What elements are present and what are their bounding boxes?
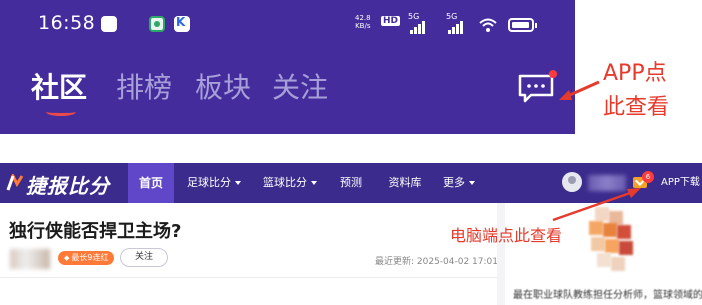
article-title: 独行侠能否捍卫主场? [9,221,182,242]
app-download-link[interactable]: APP下载 [661,163,700,203]
net-speed: 42.8 KB/s [355,14,371,30]
chevron-down-icon [469,181,475,185]
annotation-pc: 电脑端点此查看 [450,226,563,245]
wifi-icon [479,18,497,32]
tab-community[interactable]: 社区 [31,66,87,106]
nav-more[interactable]: 更多 [441,163,477,203]
nav-prediction[interactable]: 预测 [336,163,366,203]
follow-button[interactable]: 关注 [120,248,168,267]
k-app-icon [174,15,190,32]
hd-badge: HD [381,16,401,26]
divider [0,277,497,278]
logo-mark-icon [6,174,24,191]
chat-bubble-icon[interactable] [517,73,555,103]
active-tab-indicator [46,108,76,116]
battery-icon [508,18,537,32]
update-time: 最近更新: 2025-04-02 17:01 [375,257,498,267]
screenshot-root: 16:58 42.8 KB/s HD 5G 5G [0,0,702,305]
column-separator [497,203,505,305]
status-time: 16:58 [38,12,96,34]
status-bar: 16:58 42.8 KB/s HD 5G 5G [0,8,575,38]
expert-intro: 最在职业球队教练担任分析师，篮球领域的专 [513,290,702,301]
app-screen: 16:58 42.8 KB/s HD 5G 5G [0,0,575,134]
nav-database[interactable]: 资料库 [384,163,426,203]
chevron-down-icon [311,181,317,185]
app-notification-icon [149,16,165,32]
author-avatar[interactable] [10,249,50,269]
signal-bars-icon-2 [448,20,466,34]
tab-section[interactable]: 板块 [195,66,251,106]
chevron-down-icon [235,181,241,185]
annotation-arrow-app [559,80,600,100]
annotation-app: APP点 此查看 [603,61,670,120]
notification-icon [101,16,117,32]
site-logo[interactable]: 捷报比分 [6,170,124,198]
nav-home[interactable]: 首页 [128,163,174,203]
annotation-arrow-pc [552,188,641,222]
tab-ranking[interactable]: 排榜 [116,66,172,106]
nav-basketball-score[interactable]: 篮球比分 [260,163,320,203]
tab-follow[interactable]: 关注 [272,66,328,106]
nav-football-score[interactable]: 足球比分 [184,163,244,203]
signal-bars-icon-1 [410,20,428,34]
streak-badge: 最长9连红 [58,251,115,265]
